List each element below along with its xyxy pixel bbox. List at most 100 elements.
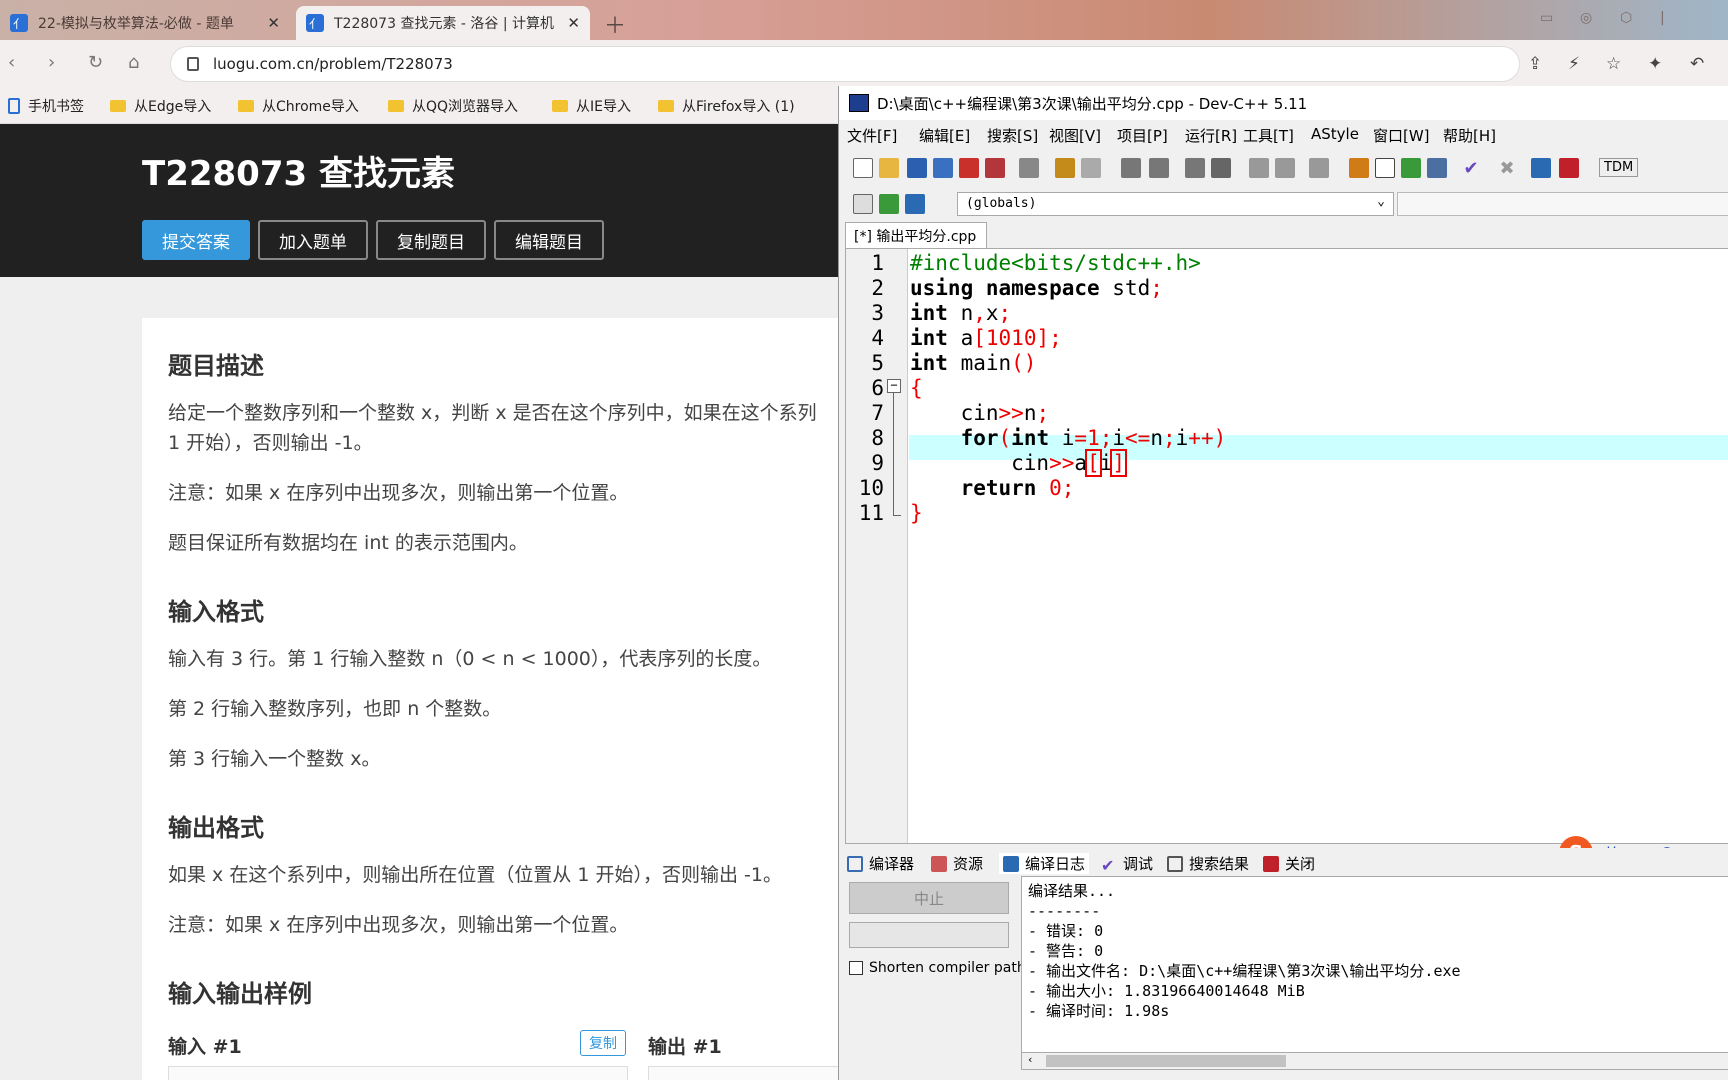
puzzle-icon[interactable]: ✦: [1648, 54, 1662, 74]
progress-bar: [849, 922, 1009, 948]
tab-compile-log[interactable]: 编译日志: [999, 853, 1090, 874]
toggle-icon[interactable]: [879, 194, 899, 214]
save-all-icon[interactable]: [933, 158, 953, 178]
share-icon[interactable]: ⇪: [1528, 54, 1542, 74]
code-line-2: using namespace std;: [910, 276, 1163, 300]
close-icon[interactable]: ✕: [267, 14, 280, 32]
compiler-select[interactable]: TDM: [1599, 158, 1639, 177]
window-menu-icon[interactable]: ▭: [1540, 10, 1553, 26]
checkbox[interactable]: [849, 961, 863, 975]
scroll-thumb[interactable]: [1046, 1055, 1286, 1067]
code-line-4: int a[1010];: [910, 326, 1062, 350]
browser-tab-2[interactable]: ⺅ T228073 查找元素 - 洛谷 | 计算机 ✕: [296, 6, 590, 40]
copy-problem-button[interactable]: 复制题目: [376, 220, 486, 260]
paragraph: 注意：如果 x 在序列中出现多次，则输出第一个位置。: [168, 914, 629, 936]
home-icon[interactable]: ⌂: [128, 52, 139, 73]
line-number: 4: [871, 326, 884, 350]
tab-close[interactable]: 关闭: [1263, 853, 1315, 874]
save-icon[interactable]: [907, 158, 927, 178]
tab-search-results[interactable]: 搜索结果: [1167, 853, 1249, 874]
bookmark-item[interactable]: 从Chrome导入: [238, 96, 359, 116]
line-number: 10: [858, 476, 884, 500]
check-icon[interactable]: ✔: [1461, 158, 1481, 179]
submit-button[interactable]: 提交答案: [142, 220, 250, 260]
page-title: T228073 查找元素: [142, 154, 455, 194]
compile-icon[interactable]: [1349, 158, 1369, 178]
run-icon[interactable]: [1375, 158, 1395, 178]
back-icon[interactable]: [1249, 158, 1269, 178]
forward-icon[interactable]: ›: [48, 52, 55, 73]
fold-icon[interactable]: −: [887, 379, 901, 393]
bookmark-item[interactable]: 从Edge导入: [110, 96, 211, 116]
new-tab-icon[interactable]: ＋: [604, 8, 626, 40]
paragraph: 给定一个整数序列和一个整数 x，判断 x 是否在这个序列中，如果在这个系列: [168, 402, 817, 424]
bookmark-item[interactable]: 从Firefox导入 (1): [658, 96, 795, 116]
tab-compiler[interactable]: 编译器: [847, 853, 914, 874]
menu-run[interactable]: 运行[R]: [1185, 125, 1237, 146]
add-to-list-button[interactable]: 加入题单: [258, 220, 368, 260]
lightning-icon[interactable]: ⚡: [1568, 54, 1580, 74]
replace-icon[interactable]: [1149, 158, 1169, 178]
menu-file[interactable]: 文件[F]: [847, 125, 897, 146]
shorten-paths-checkbox[interactable]: Shorten compiler paths: [849, 960, 1033, 976]
undo-icon[interactable]: [1055, 158, 1075, 178]
debug-icon[interactable]: [1559, 158, 1579, 178]
rebuild-icon[interactable]: [1427, 158, 1447, 178]
file-tab[interactable]: [*] 输出平均分.cpp: [845, 222, 987, 248]
print-icon[interactable]: [1019, 158, 1039, 178]
compile-run-icon[interactable]: [1401, 158, 1421, 178]
menu-tools[interactable]: 工具[T]: [1243, 125, 1294, 146]
reload-icon[interactable]: ↻: [88, 52, 103, 73]
find-icon[interactable]: [1121, 158, 1141, 178]
copy-sample-button[interactable]: 复制: [580, 1030, 626, 1056]
folder-icon: [658, 100, 674, 112]
lock-icon: [187, 57, 199, 71]
tab-bar: ⺅ 22-模拟与枚举算法-必做 - 题单 ✕ ⺅ T228073 查找元素 - …: [0, 0, 1728, 40]
browser-tab-1[interactable]: ⺅ 22-模拟与枚举算法-必做 - 题单 ✕: [0, 6, 290, 40]
bookmark-icon[interactable]: [1309, 158, 1329, 178]
menu-window[interactable]: 窗口[W]: [1373, 125, 1430, 146]
line-number: 1: [871, 251, 884, 275]
goto-icon[interactable]: [905, 194, 925, 214]
fold-line: [893, 393, 894, 515]
close-file-icon[interactable]: [959, 158, 979, 178]
tab-debug[interactable]: ✔ 调试: [1101, 853, 1153, 875]
line-number: 7: [871, 401, 884, 425]
extension-icon[interactable]: ⬡: [1620, 10, 1632, 26]
horizontal-scrollbar[interactable]: ‹: [1021, 1052, 1728, 1070]
member-select[interactable]: [1397, 192, 1728, 216]
menu-search[interactable]: 搜索[S]: [987, 125, 1038, 146]
open-icon[interactable]: [879, 158, 899, 178]
redo-icon[interactable]: [1081, 158, 1101, 178]
stop-icon[interactable]: ✖: [1497, 158, 1517, 179]
menu-help[interactable]: 帮助[H]: [1443, 125, 1496, 146]
close-all-icon[interactable]: [985, 158, 1005, 178]
menu-project[interactable]: 项目[P]: [1117, 125, 1168, 146]
scroll-left-icon[interactable]: ‹: [1028, 1053, 1032, 1066]
incognito-icon[interactable]: ◎: [1580, 10, 1592, 26]
url-field[interactable]: luogu.com.cn/problem/T228073: [170, 46, 1520, 82]
undo-icon[interactable]: ↶: [1690, 54, 1704, 74]
insert-icon[interactable]: [853, 194, 873, 214]
menu-edit[interactable]: 编辑[E]: [919, 125, 970, 146]
forward-icon[interactable]: [1275, 158, 1295, 178]
star-icon[interactable]: ☆: [1606, 54, 1621, 74]
scope-select[interactable]: (globals) ⌄: [957, 192, 1394, 216]
bookmark-item[interactable]: 手机书签: [8, 96, 84, 116]
new-file-icon[interactable]: [853, 158, 873, 178]
edit-problem-button[interactable]: 编辑题目: [494, 220, 604, 260]
menu-view[interactable]: 视图[V]: [1049, 125, 1101, 146]
bookmark-item[interactable]: 从QQ浏览器导入: [388, 96, 518, 116]
code-line-9: cin>>a[i]: [910, 449, 1127, 477]
menu-astyle[interactable]: AStyle: [1311, 125, 1359, 143]
bookmark-item[interactable]: 从IE导入: [552, 96, 631, 116]
unindent-icon[interactable]: [1211, 158, 1231, 178]
close-icon[interactable]: ✕: [567, 14, 580, 32]
chart-icon[interactable]: [1531, 158, 1551, 178]
code-editor[interactable]: 1 2 3 4 5 6 7 8 9 10 11 − #include<bits/…: [845, 248, 1728, 844]
indent-icon[interactable]: [1185, 158, 1205, 178]
tab-resources[interactable]: 资源: [931, 853, 983, 874]
back-icon[interactable]: ‹: [8, 52, 15, 73]
line-number: 6: [871, 376, 884, 400]
stop-button[interactable]: 中止: [849, 882, 1009, 914]
